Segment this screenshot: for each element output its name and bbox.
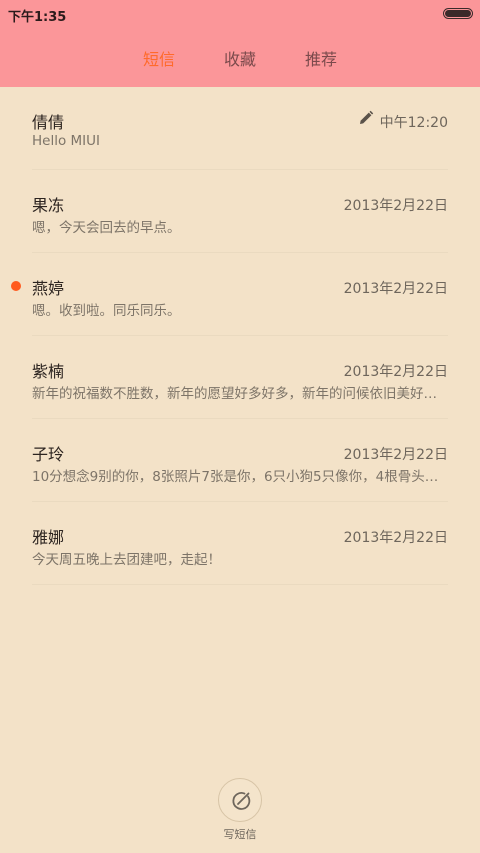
tab-recommended[interactable]: 推荐 — [305, 46, 337, 70]
battery-icon — [443, 8, 473, 19]
header-bar: 下午1:35 短信 收藏 推荐 — [0, 0, 480, 87]
conversation-row[interactable]: 子玲 10分想念9别的你，8张照片7张是你，6只小狗5只像你，4根骨头… 201… — [32, 419, 448, 502]
message-snippet: 嗯。收到啦。同乐同乐。 — [32, 303, 181, 319]
tab-favorites[interactable]: 收藏 — [224, 46, 256, 70]
conversation-row[interactable]: 紫楠 新年的祝福数不胜数，新年的愿望好多好多，新年的问候依旧美好… 2013年2… — [32, 336, 448, 419]
message-snippet: 今天周五晚上去团建吧，走起！ — [32, 552, 221, 568]
contact-name: 燕婷 — [32, 279, 65, 298]
unread-dot-icon — [11, 281, 21, 291]
conversation-row[interactable]: 果冻 嗯，今天会回去的早点。 2013年2月22日 — [32, 170, 448, 253]
contact-name: 紫楠 — [32, 362, 65, 381]
message-time: 中午12:20 — [379, 115, 448, 131]
tab-messages[interactable]: 短信 — [143, 46, 175, 70]
tab-bar: 短信 收藏 推荐 — [0, 40, 480, 74]
pencil-icon — [360, 110, 374, 124]
conversation-row[interactable]: 燕婷 嗯。收到啦。同乐同乐。 2013年2月22日 — [11, 253, 448, 336]
status-bar: 下午1:35 — [0, 0, 480, 28]
message-snippet: 新年的祝福数不胜数，新年的愿望好多好多，新年的问候依旧美好… — [32, 386, 437, 402]
compose-icon — [232, 792, 251, 810]
contact-name: 倩倩 — [32, 113, 65, 132]
message-time: 2013年2月22日 — [343, 198, 448, 214]
conversation-row[interactable]: 雅娜 今天周五晚上去团建吧，走起！ 2013年2月22日 — [32, 502, 448, 585]
compose-label: 写短信 — [223, 828, 257, 841]
status-time: 下午1:35 — [8, 10, 67, 25]
contact-name: 雅娜 — [32, 528, 65, 547]
message-time: 2013年2月22日 — [343, 530, 448, 546]
message-snippet: 10分想念9别的你，8张照片7张是你，6只小狗5只像你，4根骨头… — [32, 469, 439, 485]
contact-name: 果冻 — [32, 196, 65, 215]
compose-button[interactable] — [218, 778, 262, 822]
message-time: 2013年2月22日 — [343, 447, 448, 463]
conversation-list: 倩倩 Hello MIUI 中午12:20 果冻 嗯，今天会回去的早点。 201… — [0, 87, 480, 585]
contact-name: 子玲 — [32, 445, 65, 464]
battery-level — [445, 10, 471, 17]
message-snippet: 嗯，今天会回去的早点。 — [32, 220, 181, 236]
message-time: 2013年2月22日 — [343, 281, 448, 297]
message-time: 2013年2月22日 — [343, 364, 448, 380]
message-snippet: Hello MIUI — [32, 133, 101, 149]
conversation-row[interactable]: 倩倩 Hello MIUI 中午12:20 — [32, 87, 448, 170]
